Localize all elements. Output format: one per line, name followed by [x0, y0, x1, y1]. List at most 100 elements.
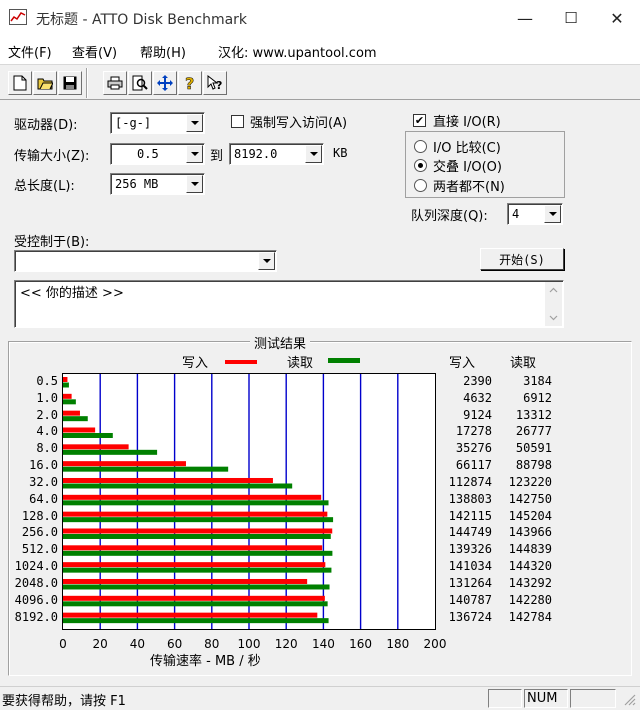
queue-depth-label: 队列深度(Q): — [411, 209, 488, 224]
write-bar-16.0 — [63, 461, 186, 467]
help-button[interactable]: ? — [178, 71, 202, 95]
drive-value: [-g-] — [115, 116, 152, 130]
write-value: 141034 — [448, 559, 492, 574]
new-icon — [13, 75, 27, 91]
write-bar-4.0 — [63, 427, 96, 433]
print-preview-button[interactable] — [128, 71, 152, 95]
write-value: 138803 — [448, 491, 492, 506]
x-tick-label: 180 — [386, 637, 410, 651]
y-tick-label: 128.0 — [21, 508, 58, 523]
radio-overlap-io-label: 交叠 I/O(O) — [433, 160, 502, 175]
results-title: 测试结果 — [250, 333, 311, 352]
window-title: 无标题 - ATTO Disk Benchmark — [36, 12, 248, 28]
x-axis-label: 传输速率 - MB / 秒 — [150, 654, 261, 669]
legend-read-swatch — [328, 358, 360, 363]
x-tick-label: 200 — [423, 637, 447, 651]
menu-view[interactable]: 查看(V) — [72, 42, 117, 61]
read-bar-8.0 — [63, 449, 158, 455]
x-tick-label: 80 — [204, 637, 220, 651]
chevron-down-icon[interactable] — [305, 145, 322, 163]
write-value: 140787 — [448, 592, 492, 607]
resize-grip-icon[interactable] — [622, 692, 636, 710]
unit-kb: KB — [333, 146, 348, 160]
write-bar-1024.0 — [63, 562, 326, 568]
read-value: 26777 — [515, 424, 552, 439]
read-bar-16.0 — [63, 466, 229, 472]
maximize-button[interactable]: ☐ — [548, 0, 594, 36]
read-value: 123220 — [508, 474, 552, 489]
move-button[interactable] — [153, 71, 177, 95]
write-value: 144749 — [448, 525, 492, 540]
write-value: 139326 — [448, 542, 492, 557]
write-bar-256.0 — [63, 528, 333, 534]
y-tick-label: 2.0 — [36, 407, 58, 422]
legend-write-swatch — [225, 360, 257, 364]
menu-help[interactable]: 帮助(H) — [140, 42, 186, 61]
queue-depth-select[interactable]: 4 — [507, 203, 563, 225]
new-button[interactable] — [8, 71, 32, 95]
legend-read-label: 读取 — [287, 356, 314, 371]
read-bar-4096.0 — [63, 601, 328, 607]
menu-file[interactable]: 文件(F) — [8, 42, 52, 61]
chevron-down-icon[interactable] — [186, 114, 203, 132]
write-value: 66117 — [455, 458, 492, 473]
write-bar-1.0 — [63, 393, 72, 399]
radio-neither-label: 两者都不(N) — [433, 180, 505, 195]
x-tick-label: 160 — [349, 637, 373, 651]
print-icon — [107, 76, 123, 90]
radio-neither[interactable] — [414, 179, 427, 192]
write-bar-8192.0 — [63, 612, 318, 618]
chevron-down-icon[interactable] — [186, 175, 203, 193]
write-bar-512.0 — [63, 545, 323, 551]
minimize-button[interactable]: — — [502, 0, 548, 36]
chevron-down-icon[interactable] — [186, 145, 203, 163]
radio-io-compare[interactable] — [414, 140, 427, 153]
read-value: 50591 — [515, 441, 552, 456]
read-bar-8192.0 — [63, 618, 329, 624]
save-button[interactable] — [58, 71, 82, 95]
drive-select[interactable]: [-g-] — [110, 112, 205, 134]
write-bar-0.5 — [63, 377, 68, 382]
x-tick-label: 0 — [59, 637, 67, 651]
y-tick-label: 2048.0 — [14, 575, 58, 590]
print-button[interactable] — [103, 71, 127, 95]
open-button[interactable] — [33, 71, 57, 95]
close-button[interactable]: ✕ — [594, 0, 640, 36]
read-bar-2048.0 — [63, 584, 330, 590]
write-bar-64.0 — [63, 494, 322, 500]
start-button[interactable]: 开始(S) — [480, 248, 564, 270]
x-tick-label: 20 — [92, 637, 108, 651]
total-length-select[interactable]: 256 MB — [110, 173, 205, 195]
read-bar-128.0 — [63, 517, 334, 523]
y-tick-label: 8.0 — [36, 441, 58, 456]
write-value: 4632 — [463, 390, 492, 405]
read-value: 13312 — [515, 407, 552, 422]
toolbar-separator — [86, 68, 88, 98]
write-value: 2390 — [463, 374, 492, 388]
chevron-down-icon[interactable] — [544, 205, 561, 223]
transfer-from-select[interactable]: 0.5 — [110, 143, 205, 165]
radio-overlap-io[interactable] — [414, 159, 427, 172]
transfer-to-select[interactable]: 8192.0 — [229, 143, 324, 165]
force-write-checkbox[interactable] — [231, 115, 244, 128]
description-scrollbar[interactable] — [545, 282, 562, 326]
chevron-down-icon[interactable] — [258, 252, 275, 270]
total-length-value: 256 MB — [115, 177, 159, 191]
controlled-by-select[interactable] — [14, 250, 277, 272]
write-bar-2048.0 — [63, 578, 308, 584]
direct-io-checkbox[interactable]: ✔ — [413, 114, 426, 127]
read-value: 3184 — [523, 374, 552, 388]
y-tick-label: 32.0 — [29, 474, 58, 489]
y-tick-label: 0.5 — [36, 374, 58, 388]
radio-io-compare-label: I/O 比较(C) — [433, 141, 501, 156]
context-help-button[interactable]: ? — [203, 71, 227, 95]
checkmark-icon: ✔ — [414, 114, 425, 127]
write-value: 9124 — [463, 407, 492, 422]
queue-depth-value: 4 — [512, 207, 520, 221]
x-tick-label: 40 — [129, 637, 146, 651]
read-bar-1024.0 — [63, 567, 332, 573]
read-bar-4.0 — [63, 432, 113, 438]
y-tick-label: 4096.0 — [14, 592, 58, 607]
read-value: 143966 — [508, 525, 552, 540]
write-bar-32.0 — [63, 477, 273, 483]
